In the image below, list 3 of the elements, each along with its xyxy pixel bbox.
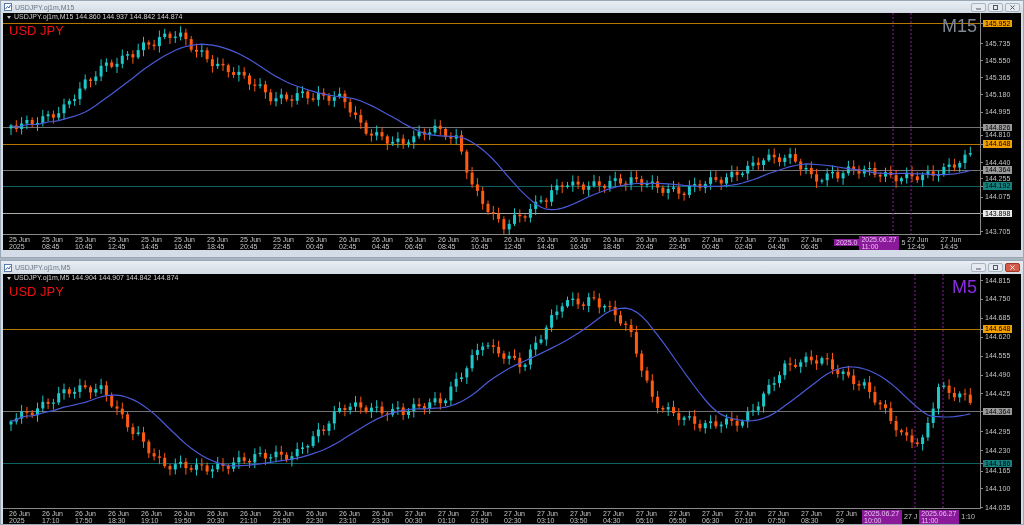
timeframe-label: M5 <box>952 277 977 297</box>
symbol-label: USD JPY <box>9 285 64 299</box>
symbol-label: USD JPY <box>9 24 64 38</box>
